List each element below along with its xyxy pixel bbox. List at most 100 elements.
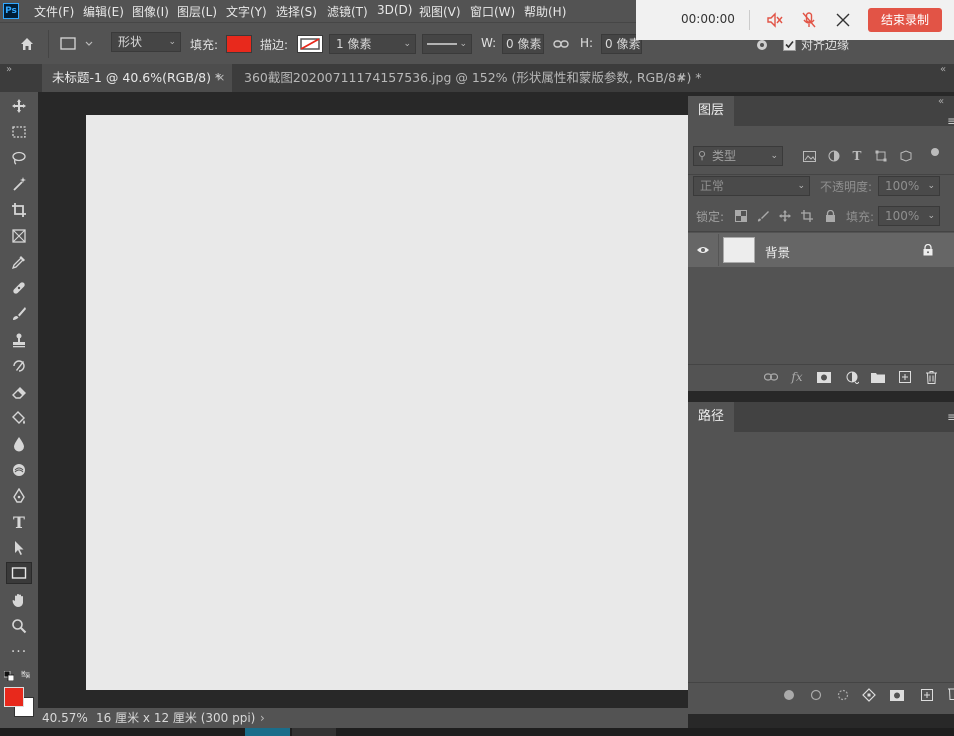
- lock-transparent-pixels-icon[interactable]: [733, 208, 749, 224]
- default-colors-icon[interactable]: [3, 670, 15, 682]
- menu-layer[interactable]: 图层(L): [177, 3, 217, 20]
- filter-pixel-icon[interactable]: [801, 148, 817, 164]
- swap-colors-icon[interactable]: ↹: [21, 669, 33, 681]
- microphone-muted-icon[interactable]: [798, 9, 820, 31]
- load-path-as-selection-icon[interactable]: [835, 687, 851, 703]
- delete-path-icon[interactable]: [948, 687, 954, 701]
- stop-recording-button[interactable]: 结束录制: [868, 8, 942, 32]
- tab-untitled-1[interactable]: 未标题-1 @ 40.6%(RGB/8) * ×: [42, 64, 232, 92]
- layer-filter-dropdown[interactable]: ⚲ 类型 ⌄: [693, 146, 783, 166]
- menu-3d[interactable]: 3D(D): [377, 3, 412, 17]
- type-tool-icon[interactable]: T: [6, 511, 32, 533]
- link-layers-icon[interactable]: [762, 369, 780, 385]
- lasso-tool-icon[interactable]: [6, 147, 32, 169]
- filter-toggle-icon[interactable]: [931, 148, 939, 156]
- blend-mode-dropdown[interactable]: 正常 ⌄: [693, 176, 810, 196]
- foreground-color-swatch[interactable]: [4, 687, 24, 707]
- lock-position-icon[interactable]: [777, 208, 793, 224]
- eye-icon[interactable]: [694, 242, 712, 258]
- menu-type[interactable]: 文字(Y): [226, 3, 267, 20]
- menu-window[interactable]: 窗口(W): [470, 3, 515, 20]
- fill-color-swatch[interactable]: [226, 35, 252, 53]
- width-input[interactable]: 0 像素: [502, 34, 544, 54]
- menu-edit[interactable]: 编辑(E): [83, 3, 124, 20]
- link-icon[interactable]: [552, 35, 570, 53]
- close-tab-icon[interactable]: ×: [677, 64, 686, 92]
- move-tool-icon[interactable]: [6, 95, 32, 117]
- more-tools-icon[interactable]: ···: [6, 641, 32, 663]
- new-group-folder-icon[interactable]: [869, 369, 887, 385]
- filter-shape-icon[interactable]: [873, 148, 889, 164]
- tool-mode-value: 形状: [118, 35, 143, 49]
- history-brush-tool-icon[interactable]: [6, 355, 32, 377]
- document-canvas[interactable]: [86, 115, 688, 690]
- pen-tool-icon[interactable]: [6, 485, 32, 507]
- layer-row[interactable]: 背景: [688, 233, 954, 267]
- menu-view[interactable]: 视图(V): [419, 3, 461, 20]
- zoom-level[interactable]: 40.57%: [42, 708, 88, 728]
- filter-adjustment-icon[interactable]: [826, 148, 842, 164]
- fill-value: 100%: [885, 209, 920, 223]
- fill-path-icon[interactable]: [781, 687, 797, 703]
- tool-mode-dropdown[interactable]: 形状 ⌄: [111, 32, 181, 52]
- recording-timer: 00:00:00: [681, 12, 735, 26]
- path-selection-tool-icon[interactable]: [6, 537, 32, 559]
- fill-input[interactable]: 100% ⌄: [878, 206, 940, 226]
- collapse-panels-icon[interactable]: «: [940, 64, 946, 75]
- stroke-width-dropdown[interactable]: 1 像素 ⌄: [329, 34, 416, 54]
- close-tab-icon[interactable]: ×: [216, 64, 225, 92]
- eraser-tool-icon[interactable]: [6, 381, 32, 403]
- eyedropper-tool-icon[interactable]: [6, 251, 32, 273]
- new-path-icon[interactable]: [919, 687, 935, 703]
- stroke-color-swatch[interactable]: [297, 35, 323, 53]
- stroke-type-dropdown[interactable]: ⌄: [422, 34, 472, 54]
- delete-layer-icon[interactable]: [922, 369, 940, 385]
- tool-preset-picker[interactable]: [58, 34, 98, 54]
- blur-tool-icon[interactable]: [6, 433, 32, 455]
- crop-tool-icon[interactable]: [6, 199, 32, 221]
- home-icon[interactable]: [16, 33, 38, 55]
- clone-stamp-tool-icon[interactable]: [6, 329, 32, 351]
- collapse-toolbar-icon[interactable]: »: [6, 64, 12, 75]
- make-work-path-icon[interactable]: [861, 687, 877, 703]
- stroke-path-icon[interactable]: [808, 687, 824, 703]
- marquee-tool-icon[interactable]: [6, 121, 32, 143]
- add-vector-mask-icon[interactable]: [888, 687, 906, 703]
- lock-image-pixels-icon[interactable]: [755, 208, 771, 224]
- menu-image[interactable]: 图像(I): [132, 3, 169, 20]
- tab-screenshot-jpg[interactable]: 360截图20200711174157536.jpg @ 152% (形状属性和…: [234, 64, 702, 92]
- dodge-tool-icon[interactable]: [6, 459, 32, 481]
- status-arrow-icon[interactable]: ›: [260, 708, 265, 728]
- new-adjustment-layer-icon[interactable]: [843, 369, 861, 385]
- tab-layers[interactable]: 图层: [688, 96, 735, 126]
- filter-type-icon[interactable]: T: [849, 148, 865, 164]
- zoom-tool-icon[interactable]: [6, 615, 32, 637]
- add-mask-icon[interactable]: [815, 369, 833, 385]
- fill-label: 填充:: [846, 210, 875, 224]
- tab-paths[interactable]: 路径: [688, 402, 735, 432]
- hand-tool-icon[interactable]: [6, 589, 32, 611]
- speaker-muted-icon[interactable]: [764, 9, 786, 31]
- frame-tool-icon[interactable]: [6, 225, 32, 247]
- paint-bucket-tool-icon[interactable]: [6, 407, 32, 429]
- stroke-label: 描边:: [260, 38, 289, 52]
- rectangle-tool-icon[interactable]: [6, 562, 32, 584]
- lock-all-icon[interactable]: [822, 208, 838, 224]
- panel-menu-icon[interactable]: ≡: [947, 114, 954, 128]
- healing-brush-tool-icon[interactable]: [6, 277, 32, 299]
- document-info: 16 厘米 x 12 厘米 (300 ppi): [96, 711, 256, 725]
- new-layer-icon[interactable]: [896, 369, 914, 385]
- menu-filter[interactable]: 滤镜(T): [327, 3, 368, 20]
- menu-file[interactable]: 文件(F): [34, 3, 74, 20]
- close-icon[interactable]: [832, 9, 854, 31]
- opacity-input[interactable]: 100% ⌄: [878, 176, 940, 196]
- brush-tool-icon[interactable]: [6, 303, 32, 325]
- lock-artboard-icon[interactable]: [799, 208, 815, 224]
- menu-select[interactable]: 选择(S): [276, 3, 317, 20]
- menu-help[interactable]: 帮助(H): [524, 3, 566, 20]
- panel-menu-icon[interactable]: ≡: [947, 410, 954, 424]
- collapse-panel-icon[interactable]: «: [938, 96, 944, 107]
- magic-wand-tool-icon[interactable]: [6, 173, 32, 195]
- fx-icon[interactable]: fx: [788, 368, 806, 386]
- filter-smart-object-icon[interactable]: [898, 148, 914, 164]
